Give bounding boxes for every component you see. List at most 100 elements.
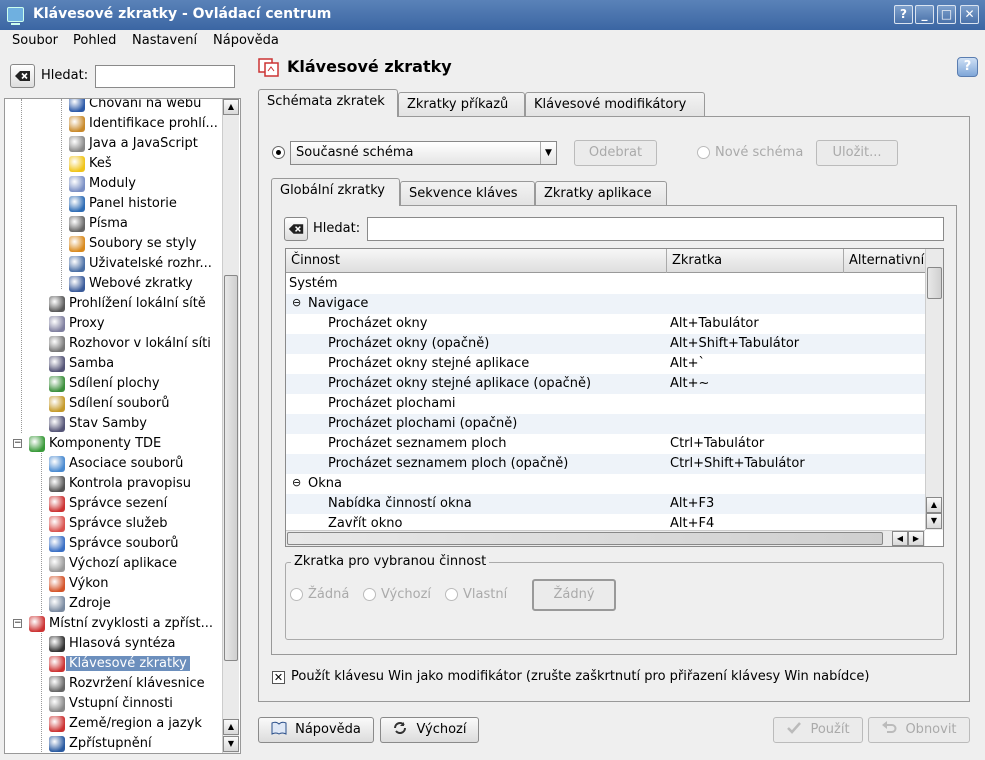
menu-soubor[interactable]: Soubor [12, 33, 58, 48]
shortcut-custom-radio[interactable] [445, 588, 458, 601]
current-scheme-radio[interactable] [272, 146, 285, 159]
subtab-sequences[interactable]: Sekvence kláves [400, 181, 535, 206]
table-row[interactable]: Procházet okny stejné aplikace Alt+` [286, 354, 927, 374]
remove-scheme-button[interactable]: Odebrat [574, 140, 657, 166]
win-modifier-checkbox[interactable]: ✕ [272, 671, 285, 684]
sidebar-item-file-manager[interactable]: Správce souborů [5, 534, 222, 554]
clear-filter-icon[interactable] [284, 217, 308, 241]
table-row[interactable]: Procházet okny stejné aplikace (opačně) A… [286, 374, 927, 394]
subtab-application[interactable]: Zkratky aplikace [535, 181, 667, 206]
reset-button[interactable]: Obnovit [868, 717, 970, 743]
sidebar-item-plugin[interactable]: Moduly [5, 174, 222, 194]
sidebar-item-java[interactable]: Java a JavaScript [5, 134, 222, 154]
sidebar-item-label: Zdroje [69, 596, 111, 611]
save-scheme-button[interactable]: Uložit... [816, 140, 898, 166]
shortcut-key-button[interactable]: Žádný [532, 579, 616, 611]
list-scroll-left-button[interactable]: ◀ [892, 531, 908, 546]
minimize-button[interactable]: _ [915, 5, 934, 24]
tree-scroll-up-button-2[interactable]: ▲ [223, 719, 239, 735]
tree-scroll-down-button[interactable]: ▼ [223, 736, 239, 752]
list-horizontal-scrollbar[interactable]: ◀ ▶ [286, 530, 925, 546]
sidebar-item-file-assoc[interactable]: Asociace souborů [5, 454, 222, 474]
list-hscroll-thumb[interactable] [287, 532, 883, 545]
table-row[interactable]: ⊖ Navigace [286, 294, 927, 314]
sidebar-item-accessibility[interactable]: Zpřístupnění [5, 734, 222, 753]
list-scroll-right-button[interactable]: ▶ [908, 531, 924, 546]
help-icon[interactable]: ? [957, 57, 978, 77]
sidebar-item-country[interactable]: Země/region a jazyk [5, 714, 222, 734]
sidebar-item-speech[interactable]: Hlasová syntéza [5, 634, 222, 654]
sidebar-item-network-browse[interactable]: Prohlížení lokální sítě [5, 294, 222, 314]
sidebar-item-desktop-sharing[interactable]: Sdílení plochy [5, 374, 222, 394]
menu-nastaveni[interactable]: Nastavení [132, 33, 197, 48]
row-collapse-icon[interactable]: ⊖ [292, 297, 301, 308]
sidebar-item-locale[interactable]: − Místní zvyklosti a zpříst... [5, 614, 222, 634]
table-row[interactable]: Nabídka činností okna Alt+F3 [286, 494, 927, 514]
sidebar-item-history[interactable]: Panel historie [5, 194, 222, 214]
sidebar-item-performance[interactable]: Výkon [5, 574, 222, 594]
shortcut-default-radio[interactable] [363, 588, 376, 601]
help-button[interactable]: Nápověda [258, 717, 374, 743]
tree-scrollbar[interactable]: ▲ ▲ ▼ [222, 99, 239, 753]
sidebar-item-cache[interactable]: Keš [5, 154, 222, 174]
defaults-button[interactable]: Výchozí [380, 717, 479, 743]
new-scheme-radio[interactable] [697, 146, 710, 159]
sidebar-item-font[interactable]: Písma [5, 214, 222, 234]
tree-scroll-up-button[interactable]: ▲ [223, 99, 239, 115]
table-row[interactable]: Systém [286, 274, 927, 294]
close-button[interactable]: ✕ [960, 5, 979, 24]
clear-search-icon[interactable] [10, 64, 35, 88]
table-row[interactable]: Procházet okny Alt+Tabulátor [286, 314, 927, 334]
sidebar-search-input[interactable] [95, 65, 235, 88]
sidebar-item-input-actions[interactable]: Vstupní činnosti [5, 694, 222, 714]
sidebar-item-ui[interactable]: Uživatelské rozhr... [5, 254, 222, 274]
list-scroll-up-button[interactable]: ▲ [926, 497, 942, 513]
help-window-button[interactable]: ? [894, 5, 913, 24]
sidebar-item-globe[interactable]: Chování na webu [5, 99, 222, 114]
list-scroll-thumb[interactable] [927, 267, 942, 299]
column-header-alternative[interactable]: Alternativní [844, 249, 934, 273]
shortcut-none-radio[interactable] [290, 588, 303, 601]
sidebar-item-web-shortcut[interactable]: Webové zkratky [5, 274, 222, 294]
table-row[interactable]: Procházet okny (opačně) Alt+Shift+Tabulát… [286, 334, 927, 354]
tree-collapse-icon[interactable]: − [13, 439, 22, 448]
tab-schemata[interactable]: Schémata zkratek [258, 89, 398, 117]
subtab-global[interactable]: Globální zkratky [271, 178, 400, 206]
filter-input[interactable] [367, 217, 944, 241]
sidebar-item-samba[interactable]: Samba [5, 354, 222, 374]
tab-prikazy[interactable]: Zkratky příkazů [398, 92, 525, 117]
sidebar-item-keyboard-shortcuts[interactable]: Klávesové zkratky [5, 654, 222, 674]
table-row[interactable]: Procházet plochami [286, 394, 927, 414]
sidebar-item-components[interactable]: − Komponenty TDE [5, 434, 222, 454]
tree-scroll-thumb[interactable] [224, 275, 238, 661]
sidebar-item-css[interactable]: Soubory se styly [5, 234, 222, 254]
sidebar-item-resources[interactable]: Zdroje [5, 594, 222, 614]
tree-collapse-icon[interactable]: − [13, 619, 22, 628]
sidebar-item-keyboard-layout[interactable]: Rozvržení klávesnice [5, 674, 222, 694]
row-collapse-icon[interactable]: ⊖ [292, 477, 301, 488]
column-header-shortcut[interactable]: Zkratka [667, 249, 844, 273]
column-header-action[interactable]: Činnost [286, 249, 667, 273]
list-vertical-scrollbar[interactable]: ▲ ▼ [925, 249, 943, 530]
sidebar-item-samba-status[interactable]: Stav Samby [5, 414, 222, 434]
sidebar-item-file-sharing[interactable]: Sdílení souborů [5, 394, 222, 414]
sidebar-item-session[interactable]: Správce sezení [5, 494, 222, 514]
table-row[interactable]: Procházet seznamem ploch (opačně) Ctrl+Sh… [286, 454, 927, 474]
maximize-button[interactable]: □ [937, 5, 956, 24]
scheme-select[interactable]: Současné schéma ▼ [290, 141, 557, 165]
menu-napoveda[interactable]: Nápověda [213, 33, 279, 48]
sidebar-item-default-apps[interactable]: Výchozí aplikace [5, 554, 222, 574]
table-row[interactable]: Procházet plochami (opačně) [286, 414, 927, 434]
sidebar-item-proxy[interactable]: Proxy [5, 314, 222, 334]
menu-bar: Soubor Pohled Nastavení Nápověda [0, 30, 985, 52]
sidebar-item-lan-talk[interactable]: Rozhovor v lokální síti [5, 334, 222, 354]
tab-modifikatory[interactable]: Klávesové modifikátory [525, 92, 705, 117]
sidebar-item-user-agent[interactable]: Identifikace prohlí... [5, 114, 222, 134]
apply-button[interactable]: Použít [773, 717, 863, 743]
menu-pohled[interactable]: Pohled [73, 33, 116, 48]
sidebar-item-spellcheck[interactable]: Kontrola pravopisu [5, 474, 222, 494]
list-scroll-down-button[interactable]: ▼ [926, 513, 942, 529]
table-row[interactable]: Procházet seznamem ploch Ctrl+Tabulátor [286, 434, 927, 454]
table-row[interactable]: ⊖ Okna [286, 474, 927, 494]
sidebar-item-services[interactable]: Správce služeb [5, 514, 222, 534]
